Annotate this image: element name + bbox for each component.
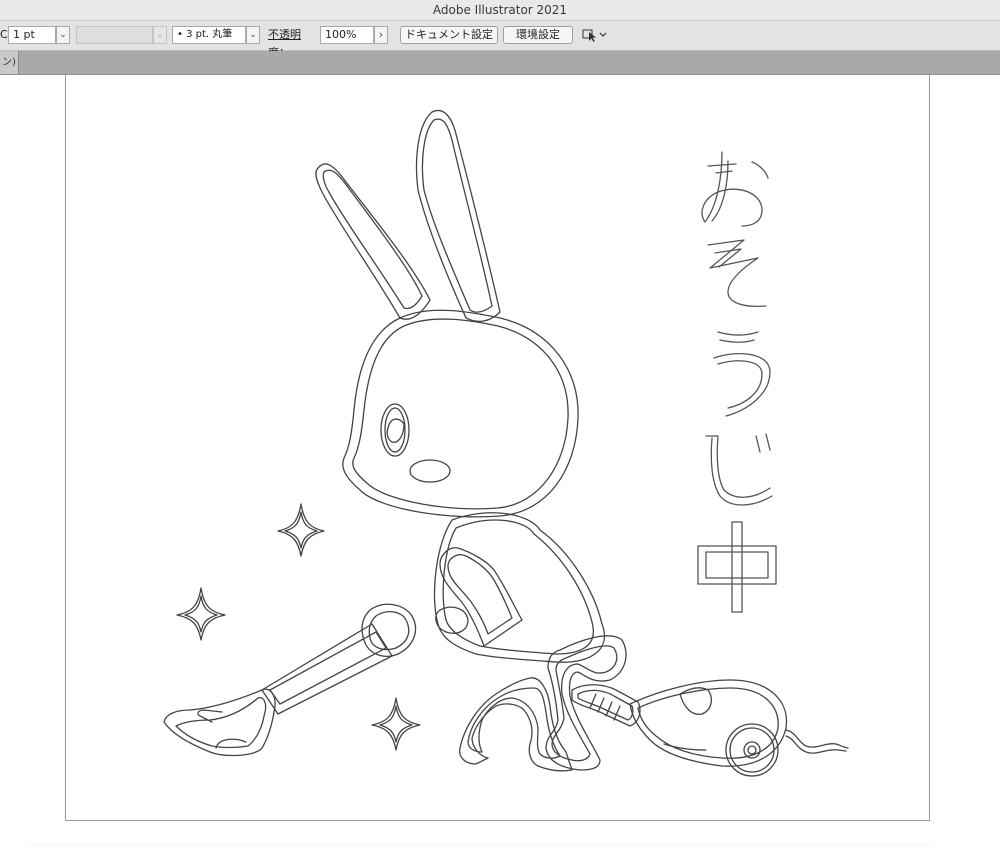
stroke-cut-label: C: [0, 28, 8, 41]
document-tab-label: ン): [2, 57, 16, 68]
document-tab[interactable]: ン): [0, 51, 19, 74]
window-title: Adobe Illustrator 2021: [432, 3, 568, 17]
opacity-field[interactable]: 100%: [320, 26, 374, 44]
chevron-right-icon: ›: [378, 28, 384, 41]
window-title-bar: Adobe Illustrator 2021: [0, 0, 1000, 21]
variable-width-profile-field[interactable]: [76, 26, 153, 44]
sparkle-icon[interactable]: [371, 697, 421, 751]
document-setup-button[interactable]: ドキュメント設定: [400, 26, 498, 44]
sparkle-icon[interactable]: [176, 587, 226, 641]
opacity-label[interactable]: 不透明度：: [268, 26, 322, 59]
select-similar-objects-button[interactable]: [582, 26, 608, 44]
rabbit-character[interactable]: [163, 109, 627, 772]
select-similar-icon: [582, 29, 607, 42]
chevron-down-icon: ⌄: [249, 30, 257, 40]
stroke-weight-field[interactable]: 1 pt: [8, 26, 56, 44]
vertical-text-osouji-chu[interactable]: [697, 151, 777, 613]
variable-width-profile-dropdown[interactable]: ⌄: [153, 26, 167, 44]
document-tab-bar: ン): [0, 51, 1000, 75]
vacuum-cleaner[interactable]: [571, 679, 849, 777]
artwork-canvas[interactable]: [0, 75, 1000, 850]
stroke-weight-dropdown[interactable]: ⌄: [56, 26, 70, 44]
canvas-area[interactable]: [0, 75, 1000, 850]
brush-definition-field[interactable]: • 3 pt. 丸筆: [172, 26, 246, 44]
control-bar: C 1 pt ⌄ ⌄ • 3 pt. 丸筆 ⌄ 不透明度： 100% › ドキュ…: [0, 21, 1000, 59]
chevron-down-icon: ⌄: [156, 30, 164, 40]
brush-definition-dropdown[interactable]: ⌄: [246, 26, 260, 44]
preferences-button[interactable]: 環境設定: [503, 26, 573, 44]
sparkle-icon[interactable]: [277, 503, 325, 557]
opacity-slider-button[interactable]: ›: [374, 26, 388, 44]
chevron-down-icon: ⌄: [59, 30, 67, 40]
